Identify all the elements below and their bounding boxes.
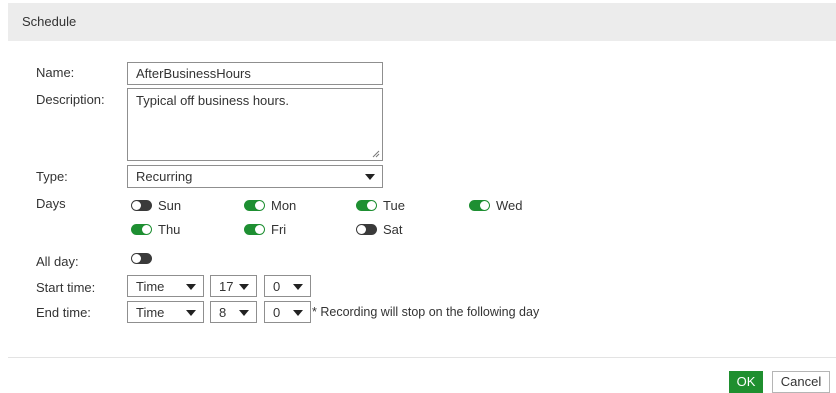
start-time-minute-select[interactable]: 0 <box>264 275 311 297</box>
type-label: Type: <box>36 169 68 184</box>
end-time-hour-select[interactable]: 8 <box>210 301 257 323</box>
start-time-label: Start time: <box>36 280 96 295</box>
start-time-mode-select[interactable]: Time <box>127 275 204 297</box>
start-time-minute-value: 0 <box>273 279 281 294</box>
name-label: Name: <box>36 65 75 80</box>
description-value: Typical off business hours. <box>136 93 289 108</box>
day-toggle-mon[interactable]: Mon <box>244 197 296 213</box>
all-day-label: All day: <box>36 254 79 269</box>
end-time-mode-select[interactable]: Time <box>127 301 204 323</box>
day-label: Wed <box>496 197 523 213</box>
day-toggle-sat[interactable]: Sat <box>356 221 403 237</box>
chevron-down-icon <box>293 284 303 290</box>
name-input[interactable]: AfterBusinessHours <box>127 62 383 85</box>
day-label: Tue <box>383 197 405 213</box>
end-time-minute-select[interactable]: 0 <box>264 301 311 323</box>
toggle-switch-icon[interactable] <box>356 223 377 235</box>
day-label: Thu <box>158 221 181 237</box>
chevron-down-icon <box>186 284 196 290</box>
chevron-down-icon <box>365 174 375 180</box>
day-label: Mon <box>271 197 297 213</box>
resize-handle-icon[interactable] <box>372 150 380 158</box>
day-label: Sat <box>383 221 403 237</box>
cancel-button[interactable]: Cancel <box>772 371 830 393</box>
chevron-down-icon <box>239 284 249 290</box>
dialog-title: Schedule <box>22 14 77 29</box>
day-label: Sun <box>158 197 182 213</box>
chevron-down-icon <box>293 310 303 316</box>
description-label: Description: <box>36 92 105 107</box>
footer-divider <box>8 357 836 358</box>
start-time-hour-select[interactable]: 17 <box>210 275 257 297</box>
day-toggle-wed[interactable]: Wed <box>469 197 523 213</box>
ok-button[interactable]: OK <box>729 371 763 393</box>
dialog-title-bar: Schedule <box>8 3 836 41</box>
type-select[interactable]: Recurring <box>127 165 383 188</box>
toggle-switch-icon[interactable] <box>244 199 265 211</box>
name-input-value: AfterBusinessHours <box>136 66 251 81</box>
start-time-mode-value: Time <box>136 279 165 294</box>
toggle-switch-icon[interactable] <box>469 199 490 211</box>
day-toggle-sun[interactable]: Sun <box>131 197 181 213</box>
day-label: Fri <box>271 221 287 237</box>
toggle-switch-icon[interactable] <box>131 252 152 264</box>
toggle-switch-icon[interactable] <box>244 223 265 235</box>
chevron-down-icon <box>239 310 249 316</box>
description-textarea[interactable]: Typical off business hours. <box>127 88 383 161</box>
end-time-minute-value: 0 <box>273 305 281 320</box>
day-toggle-fri[interactable]: Fri <box>244 221 286 237</box>
toggle-switch-icon[interactable] <box>131 199 152 211</box>
day-toggle-thu[interactable]: Thu <box>131 221 180 237</box>
end-time-mode-value: Time <box>136 305 165 320</box>
end-time-hour-value: 8 <box>219 305 227 320</box>
chevron-down-icon <box>186 310 196 316</box>
toggle-switch-icon[interactable] <box>356 199 377 211</box>
all-day-toggle[interactable] <box>131 250 152 266</box>
end-time-label: End time: <box>36 305 91 320</box>
day-toggle-tue[interactable]: Tue <box>356 197 405 213</box>
start-time-hour-value: 17 <box>219 279 234 294</box>
end-time-note: * Recording will stop on the following d… <box>312 305 540 319</box>
type-select-value: Recurring <box>136 169 193 184</box>
toggle-switch-icon[interactable] <box>131 223 152 235</box>
days-label: Days <box>36 196 66 211</box>
